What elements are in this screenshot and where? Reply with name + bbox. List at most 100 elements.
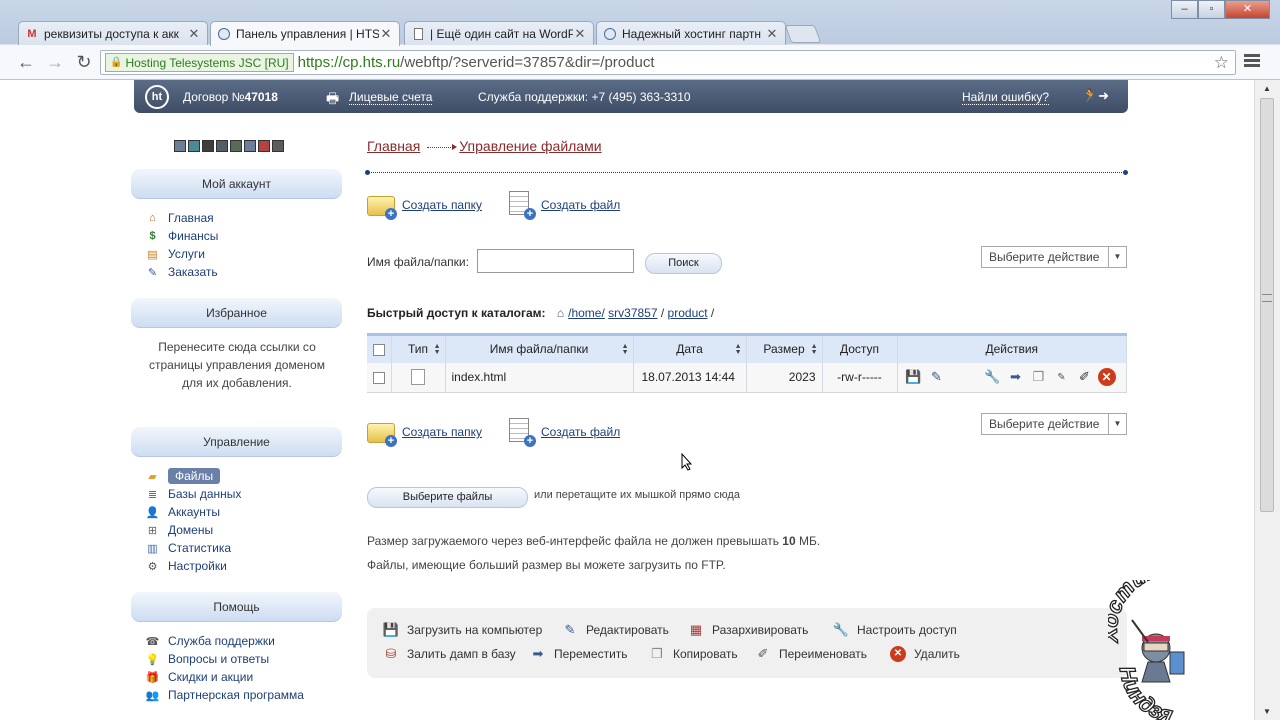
select-all-checkbox[interactable] — [372, 344, 385, 357]
legend-label: Залить дамп в базу — [407, 647, 516, 661]
forward-icon[interactable]: → — [43, 51, 67, 73]
theme-swatch[interactable] — [202, 140, 214, 152]
hts-icon — [603, 27, 617, 41]
theme-swatch[interactable] — [216, 140, 228, 152]
path-dir-link[interactable]: product — [668, 306, 708, 320]
new-folder-icon: + — [367, 417, 399, 447]
column-label: Тип — [407, 342, 428, 357]
divider — [365, 170, 1128, 175]
found-error-link[interactable]: Найли ошибку? — [962, 90, 1050, 105]
breadcrumb-home-link[interactable]: Главная — [367, 138, 420, 154]
theme-swatch[interactable] — [230, 140, 242, 152]
rename-icon[interactable]: ✎ — [1052, 368, 1072, 386]
create-file-label: Создать файл — [541, 425, 621, 439]
tab-gmail[interactable]: M реквизиты доступа к акк ✕ — [18, 21, 208, 45]
close-tab-icon[interactable]: ✕ — [573, 26, 587, 42]
scroll-up-icon[interactable]: ▲ — [1263, 84, 1271, 93]
ev-certificate-badge[interactable]: 🔒 Hosting Telesystems JSC [RU] — [105, 53, 294, 72]
action-select-bottom[interactable]: Выберите действие ▼ — [981, 413, 1127, 435]
breadcrumb-current-link[interactable]: Управление файлами — [459, 138, 601, 154]
management-menu: ▰ Файлы ≣ Базы данных 👤 Аккаунты ⊞ Домены ▥ С… — [145, 467, 241, 575]
column-access: Доступ — [822, 333, 898, 363]
home-icon: ⌂ — [149, 212, 156, 224]
back-icon[interactable]: ← — [14, 51, 38, 73]
table-row[interactable]: index.html 18.07.2013 14:44 2023 -rw-r--… — [367, 362, 1127, 393]
search-input[interactable] — [477, 249, 634, 273]
sidebar-item-label: Статистика — [168, 541, 232, 555]
sidebar-item-label: Вопросы и ответы — [168, 652, 270, 666]
create-folder-button-bottom[interactable]: + Создать папку — [367, 417, 482, 447]
column-name[interactable]: Имя файла/папки ▲ ▼ — [445, 333, 634, 363]
hts-logo[interactable]: ht — [145, 85, 169, 109]
theme-swatch[interactable] — [174, 140, 186, 152]
bookmark-star-icon[interactable]: ☆ — [1214, 53, 1229, 73]
tab-wordpress[interactable]: | Ещё один сайт на WordP ✕ — [404, 21, 594, 45]
theme-swatch[interactable] — [258, 140, 270, 152]
sidebar-item-databases[interactable]: ≣ Базы данных — [145, 485, 242, 503]
new-tab-button[interactable] — [784, 25, 822, 43]
column-size[interactable]: Размер ▲ ▼ — [746, 333, 823, 363]
sidebar-item-partners[interactable]: 👥 Партнерская программа — [145, 686, 304, 704]
delete-icon[interactable]: ✕ — [1097, 368, 1116, 387]
sidebar-item-statistics[interactable]: ▥ Статистика — [145, 539, 241, 557]
create-folder-button-top[interactable]: + Создать папку — [367, 190, 482, 220]
accounts-link[interactable]: Лицевые счета — [349, 90, 433, 105]
sidebar-item-accounts[interactable]: 👤 Аккаунты — [145, 503, 241, 521]
theme-swatch[interactable] — [272, 140, 284, 152]
move-icon: ➡ — [532, 646, 544, 661]
create-folder-label: Создать папку — [402, 425, 482, 439]
scroll-down-icon[interactable]: ▼ — [1263, 707, 1271, 716]
column-date[interactable]: Дата ▲ ▼ — [633, 333, 747, 363]
sidebar-item-files[interactable]: ▰ Файлы — [145, 467, 241, 485]
path-server-link[interactable]: srv37857 — [608, 306, 657, 320]
choose-files-button[interactable]: Выберите файлы — [367, 487, 528, 508]
sidebar-item-settings[interactable]: ⚙ Настройки — [145, 557, 241, 575]
maximize-button[interactable]: ▫ — [1198, 0, 1225, 19]
sidebar-item-domains[interactable]: ⊞ Домены — [145, 521, 241, 539]
action-select-value: Выберите действие — [989, 417, 1100, 431]
sidebar-item-faq[interactable]: 💡 Вопросы и ответы — [145, 650, 304, 668]
download-icon[interactable]: 💾 — [904, 368, 924, 386]
permissions-icon[interactable]: 🔧 — [983, 368, 1003, 386]
close-tab-icon[interactable]: ✕ — [765, 26, 779, 42]
sidebar-item-support[interactable]: ☎ Служба поддержки — [145, 632, 304, 650]
contract-label: Договор № — [183, 90, 245, 104]
exit-icon[interactable]: 🏃➜ — [1082, 88, 1109, 104]
file-name-link[interactable]: index.html — [452, 370, 507, 384]
minimize-button[interactable]: – — [1171, 0, 1198, 19]
action-select-top[interactable]: Выберите действие ▼ — [981, 246, 1127, 268]
browser-menu-icon[interactable] — [1244, 54, 1260, 70]
pencil-icon: ✎ — [564, 622, 576, 637]
tab-hosting[interactable]: Надежный хостинг партн ✕ — [596, 21, 786, 45]
scrollbar-thumb[interactable] — [1260, 98, 1274, 512]
partners-icon: 👥 — [145, 689, 160, 702]
page-scrollbar[interactable]: ▲ ▼ — [1254, 80, 1280, 720]
create-file-button-top[interactable]: + Создать файл — [506, 190, 620, 220]
sidebar-item-home[interactable]: ⌂ Главная — [145, 209, 218, 227]
create-file-button-bottom[interactable]: + Создать файл — [506, 417, 620, 447]
column-type[interactable]: Тип ▲ ▼ — [391, 333, 446, 363]
edit-icon[interactable]: ✐ — [1075, 368, 1095, 386]
close-tab-icon[interactable]: ✕ — [379, 26, 393, 42]
address-bar[interactable]: 🔒 Hosting Telesystems JSC [RU] https://c… — [100, 50, 1236, 75]
theme-swatch[interactable] — [244, 140, 256, 152]
path-home-link[interactable]: /home/ — [568, 306, 605, 320]
close-window-button[interactable]: ✕ — [1225, 0, 1270, 19]
copy-icon[interactable]: ❐ — [1029, 368, 1049, 386]
reload-icon[interactable]: ↻ — [72, 51, 96, 73]
pencil-icon[interactable]: ✎ — [927, 368, 947, 386]
move-icon[interactable]: ➡ — [1006, 368, 1026, 386]
clipboard-icon: ▤ — [147, 248, 158, 261]
row-checkbox[interactable] — [372, 372, 385, 385]
sidebar-item-finance[interactable]: $ Финансы — [145, 227, 218, 245]
tab-hts-panel[interactable]: Панель управления | HTS ✕ — [210, 21, 400, 46]
search-button[interactable]: Поиск — [645, 253, 722, 274]
tab-title: | Ещё один сайт на WordP — [430, 26, 573, 41]
theme-swatch[interactable] — [188, 140, 200, 152]
quick-access-label: Быстрый доступ к каталогам: — [367, 306, 546, 320]
sidebar-item-discounts[interactable]: 🎁 Скидки и акции — [145, 668, 304, 686]
tab-title: реквизиты доступа к акк — [44, 26, 179, 41]
sidebar-item-services[interactable]: ▤ Услуги — [145, 245, 218, 263]
close-tab-icon[interactable]: ✕ — [187, 26, 201, 42]
sidebar-item-order[interactable]: ✎ Заказать — [145, 263, 218, 281]
